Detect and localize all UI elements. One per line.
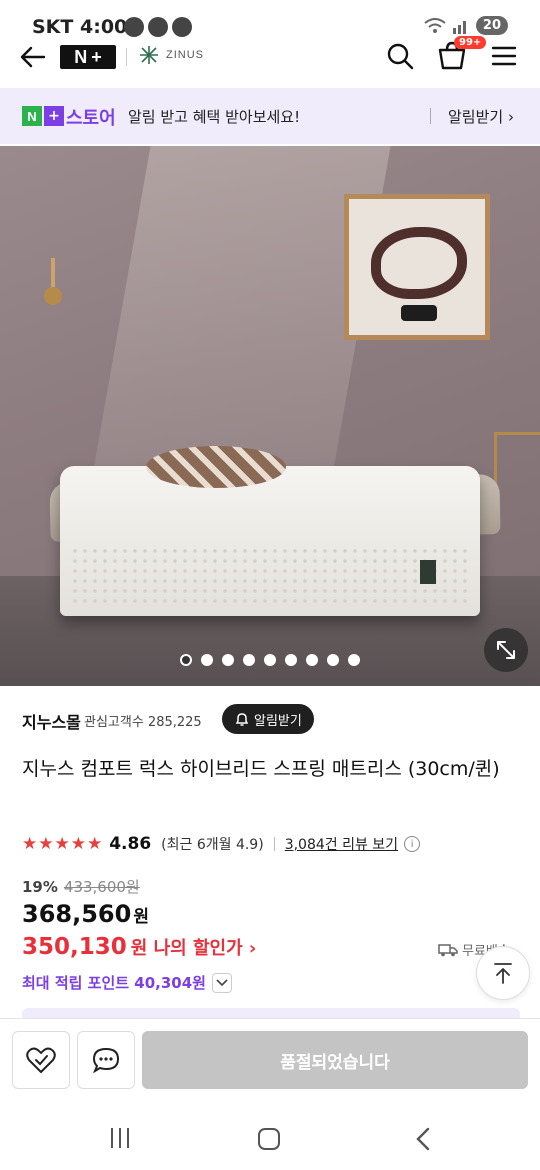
battery-indicator: 20	[475, 16, 508, 35]
discount-rate: 19%	[22, 877, 58, 896]
my-discount-price[interactable]: 350,130 원 나의 할인가 ›	[22, 934, 256, 960]
gallery-dot[interactable]	[201, 654, 213, 666]
top-navigation: N + ZINUS 99+	[0, 36, 540, 80]
zinus-leaf-icon	[140, 46, 158, 64]
original-price: 433,600원	[63, 878, 140, 896]
nav-divider	[126, 48, 127, 66]
hero-wall-lamp	[44, 258, 62, 305]
home-icon[interactable]	[258, 1128, 280, 1150]
search-icon[interactable]	[384, 40, 416, 72]
gallery-dot[interactable]	[306, 654, 318, 666]
expand-icon	[497, 641, 515, 659]
hero-mattress-tag	[420, 560, 436, 584]
heart-check-icon	[26, 1047, 56, 1073]
rating-stars: ★★★★★	[22, 834, 104, 854]
hamburger-menu-icon[interactable]	[490, 42, 518, 70]
purchase-bar: 품절되었습니다	[0, 1018, 540, 1104]
banner-alarm-link[interactable]: 알림받기 ›	[448, 106, 514, 127]
store-label: 스토어	[66, 108, 116, 129]
bell-plus-icon	[235, 713, 249, 726]
store-alarm-banner[interactable]: N + 스토어 알림 받고 혜택 받아보세요! 알림받기 ›	[0, 88, 540, 144]
rating-score: 4.86	[109, 834, 152, 854]
hero-side-table	[494, 432, 540, 532]
discount-row: 19% 433,600원	[22, 876, 140, 897]
rating-divider	[273, 837, 275, 851]
chevron-down-icon[interactable]	[211, 972, 232, 993]
product-title: 지누스 컴포트 럭스 하이브리드 스프링 매트리스 (30cm/퀸)	[22, 758, 500, 780]
zinus-brand-logo[interactable]: ZINUS	[138, 44, 204, 66]
banner-message: 알림 받고 혜택 받아보세요!	[128, 108, 301, 126]
seller-row: 지누스몰 관심고객수 285,225 알림받기	[22, 704, 522, 734]
scroll-to-top-button[interactable]	[476, 946, 530, 1000]
recent-rating: (최근 6개월 4.9)	[161, 837, 264, 853]
hero-pillow	[146, 446, 286, 488]
info-icon[interactable]: i	[404, 836, 421, 852]
hero-mattress	[60, 466, 480, 616]
gallery-dot[interactable]	[180, 654, 192, 666]
seller-name[interactable]: 지누스몰	[22, 709, 81, 733]
signal-icon	[452, 20, 466, 34]
soldout-button[interactable]: 품절되었습니다	[142, 1031, 528, 1089]
hero-wall-art	[344, 194, 490, 340]
gallery-dot[interactable]	[285, 654, 297, 666]
talktalk-button[interactable]	[77, 1031, 135, 1089]
naver-plus-logo[interactable]: N +	[60, 45, 116, 69]
seller-alarm-button[interactable]: 알림받기	[222, 704, 314, 734]
truck-icon	[438, 943, 458, 956]
status-right: 20	[424, 16, 508, 35]
wifi-icon	[424, 17, 446, 33]
status-notification-icons	[124, 17, 192, 37]
product-image-gallery[interactable]	[0, 146, 540, 686]
banner-divider	[430, 108, 431, 124]
wishlist-button[interactable]	[12, 1031, 70, 1089]
cart-count-badge: 99+	[454, 36, 487, 49]
gallery-dot[interactable]	[264, 654, 276, 666]
chat-icon	[148, 17, 168, 37]
chat-bubble-icon	[92, 1047, 120, 1073]
moon-icon	[124, 17, 144, 37]
naver-plus-badge: N +	[22, 106, 64, 126]
points-text: 최대 적립 포인트 40,304원	[22, 974, 206, 992]
pay-icon	[172, 17, 192, 37]
gallery-pagination[interactable]	[180, 654, 360, 666]
expand-image-button[interactable]	[484, 628, 528, 672]
seller-fans: 관심고객수 285,225	[84, 715, 202, 730]
gallery-dot[interactable]	[348, 654, 360, 666]
gallery-dot[interactable]	[327, 654, 339, 666]
status-time: SKT 4:00	[32, 16, 128, 38]
sale-price: 368,560 원	[22, 900, 149, 928]
system-back-icon[interactable]	[412, 1126, 436, 1152]
arrow-up-icon	[494, 963, 512, 984]
back-arrow-icon[interactable]	[18, 42, 48, 72]
points-row[interactable]: 최대 적립 포인트 40,304원	[22, 972, 232, 993]
reviews-link[interactable]: 3,084건 리뷰 보기	[285, 834, 398, 854]
system-navigation-bar	[0, 1104, 540, 1170]
rating-row: ★★★★★ 4.86 (최근 6개월 4.9) 3,084건 리뷰 보기 i	[22, 832, 421, 856]
recent-apps-icon[interactable]	[106, 1128, 134, 1150]
gallery-dot[interactable]	[222, 654, 234, 666]
gallery-dot[interactable]	[243, 654, 255, 666]
